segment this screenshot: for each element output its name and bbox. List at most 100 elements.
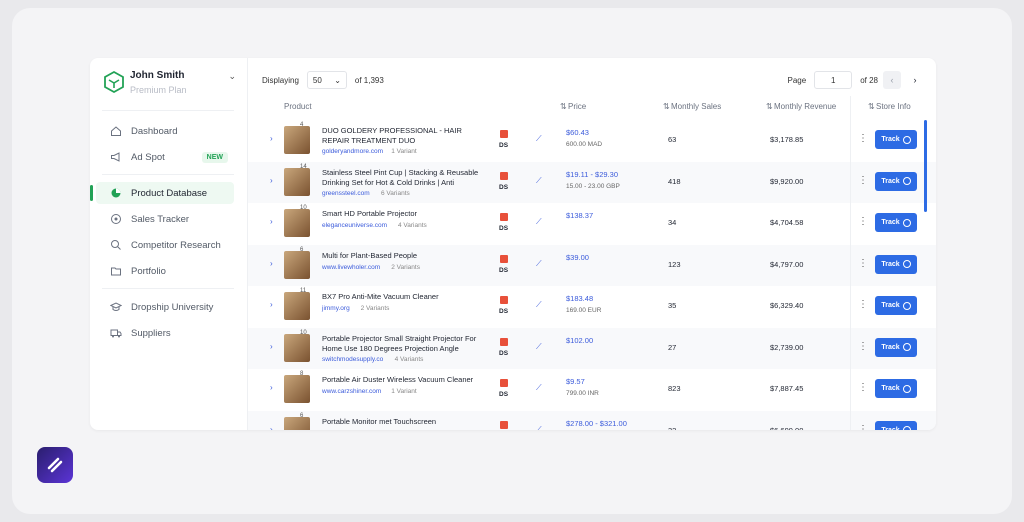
table-row[interactable]: › 10 Smart HD Portable Projector eleganceun… <box>248 203 936 244</box>
header-monthly-revenue[interactable]: Monthly Revenue <box>774 102 836 111</box>
table-row[interactable]: ›6Portable Monitor met TouchscreenDS⟋$27… <box>248 410 936 431</box>
trend-chart-icon[interactable]: ⟋ <box>536 300 542 310</box>
more-options-icon[interactable]: ⋮ <box>858 133 868 144</box>
sort-icon[interactable]: ⇅ <box>663 102 670 111</box>
expand-row-icon[interactable]: › <box>270 259 273 268</box>
track-button[interactable]: Track <box>875 130 917 149</box>
column-divider <box>850 96 851 430</box>
store-domain[interactable]: golderyandmore.com <box>322 148 383 155</box>
trend-chart-icon[interactable]: ⟋ <box>536 425 542 431</box>
expand-row-icon[interactable]: › <box>270 383 273 392</box>
trend-chart-icon[interactable]: ⟋ <box>536 342 542 352</box>
next-page-button[interactable]: › <box>906 71 924 89</box>
more-options-icon[interactable]: ⋮ <box>858 424 868 431</box>
table-row[interactable]: › 4 DUO GOLDERY PROFESSIONAL - HAIR REPAIR… <box>248 120 936 161</box>
product-name[interactable]: Multi for Plant-Based People <box>322 251 482 261</box>
aliexpress-icon[interactable] <box>500 337 508 346</box>
product-thumbnail[interactable] <box>284 375 310 403</box>
product-thumbnail[interactable] <box>284 250 310 279</box>
aliexpress-icon[interactable] <box>500 254 508 263</box>
expand-row-icon[interactable]: › <box>270 342 273 351</box>
store-domain[interactable]: www.carzshiner.com <box>322 388 381 395</box>
expand-row-icon[interactable]: › <box>270 217 273 226</box>
product-name[interactable]: Stainless Steel Pint Cup | Stacking & Re… <box>322 168 482 188</box>
trend-chart-icon[interactable]: ⟋ <box>536 383 542 393</box>
sort-icon[interactable]: ⇅ <box>560 102 567 111</box>
more-options-icon[interactable]: ⋮ <box>858 382 868 393</box>
trend-chart-icon[interactable]: ⟋ <box>536 259 542 269</box>
track-button[interactable]: Track <box>875 171 917 191</box>
aliexpress-icon[interactable] <box>500 296 508 304</box>
nav-competitor-research[interactable]: Competitor Research <box>96 234 234 256</box>
track-button[interactable]: Track <box>875 254 917 274</box>
sort-icon[interactable]: ⇅ <box>868 102 875 111</box>
more-options-icon[interactable]: ⋮ <box>858 299 868 310</box>
product-thumbnail[interactable] <box>284 126 310 154</box>
trend-chart-icon[interactable]: ⟋ <box>536 217 542 227</box>
nav-suppliers[interactable]: Suppliers <box>96 322 234 344</box>
monthly-revenue: $7,887.45 <box>770 384 804 393</box>
store-domain[interactable]: jimmy.org <box>322 305 350 312</box>
expand-row-icon[interactable]: › <box>270 425 273 431</box>
aliexpress-icon[interactable] <box>500 420 508 429</box>
store-domain[interactable]: www.livewholer.com <box>322 264 380 271</box>
more-options-icon[interactable]: ⋮ <box>858 258 868 269</box>
track-button[interactable]: Track <box>875 420 917 430</box>
chevron-down-icon[interactable]: ⌄ <box>228 71 236 82</box>
product-name[interactable]: Smart HD Portable Projector <box>322 209 482 219</box>
nav-product-database[interactable]: Product Database <box>90 182 234 204</box>
header-price[interactable]: Price <box>568 102 586 111</box>
user-menu[interactable]: John Smith Premium Plan ⌄ <box>102 68 236 104</box>
ds-label: DS <box>499 391 509 398</box>
product-name[interactable]: Portable Air Duster Wireless Vacuum Clea… <box>322 375 482 385</box>
aliexpress-icon[interactable] <box>500 213 508 221</box>
product-thumbnail[interactable] <box>284 416 310 430</box>
nav-ad-spot[interactable]: Ad Spot NEW <box>96 146 234 168</box>
prev-page-button[interactable]: ‹ <box>883 71 901 89</box>
product-name[interactable]: Portable Monitor met Touchscreen <box>322 417 482 427</box>
nav-dropship-university[interactable]: Dropship University <box>96 296 234 318</box>
track-button[interactable]: Track <box>875 337 917 357</box>
product-thumbnail[interactable] <box>284 333 310 362</box>
divider <box>102 174 234 175</box>
expand-row-icon[interactable]: › <box>270 176 273 185</box>
per-page-select[interactable]: 50 ⌄ <box>306 71 347 89</box>
product-thumbnail[interactable] <box>284 167 310 196</box>
track-button[interactable]: Track <box>875 213 917 232</box>
table-row[interactable]: › 8 Portable Air Duster Wireless Vacuum Cl… <box>248 369 936 410</box>
track-button[interactable]: Track <box>875 379 917 398</box>
product-name[interactable]: DUO GOLDERY PROFESSIONAL - HAIR REPAIR T… <box>322 126 482 146</box>
nav-dashboard[interactable]: Dashboard <box>96 120 234 142</box>
more-options-icon[interactable]: ⋮ <box>858 341 868 352</box>
track-label: Track <box>881 302 900 309</box>
search-icon <box>111 240 121 250</box>
header-product[interactable]: Product <box>284 102 312 111</box>
product-thumbnail[interactable] <box>284 292 310 320</box>
product-thumbnail[interactable] <box>284 209 310 237</box>
product-name[interactable]: BX7 Pro Anti-Mite Vacuum Cleaner <box>322 292 482 302</box>
header-monthly-sales[interactable]: Monthly Sales <box>671 102 721 111</box>
nav-sales-tracker[interactable]: Sales Tracker <box>96 208 234 230</box>
more-options-icon[interactable]: ⋮ <box>858 216 868 227</box>
scrollbar[interactable] <box>924 120 927 212</box>
sort-icon[interactable]: ⇅ <box>766 102 773 111</box>
trend-chart-icon[interactable]: ⟋ <box>536 134 542 144</box>
more-options-icon[interactable]: ⋮ <box>858 175 868 186</box>
product-name[interactable]: Portable Projector Small Straight Projec… <box>322 334 482 354</box>
table-row[interactable]: › 10 Portable Projector Small Straight Pro… <box>248 327 936 369</box>
page-input[interactable]: 1 <box>814 71 853 89</box>
expand-row-icon[interactable]: › <box>270 134 273 143</box>
nav-portfolio[interactable]: Portfolio <box>96 260 234 282</box>
expand-row-icon[interactable]: › <box>270 300 273 309</box>
aliexpress-icon[interactable] <box>500 130 508 138</box>
table-row[interactable]: › 6 Multi for Plant-Based People www.livewh… <box>248 244 936 286</box>
aliexpress-icon[interactable] <box>500 379 508 387</box>
store-domain[interactable]: switchmodesupply.co <box>322 356 383 363</box>
track-button[interactable]: Track <box>875 296 917 315</box>
trend-chart-icon[interactable]: ⟋ <box>536 176 542 186</box>
aliexpress-icon[interactable] <box>500 171 508 180</box>
store-domain[interactable]: eleganceuniverse.com <box>322 222 387 229</box>
table-row[interactable]: › 11 BX7 Pro Anti-Mite Vacuum Cleaner jimmy… <box>248 286 936 327</box>
table-row[interactable]: › 14 Stainless Steel Pint Cup | Stacking &… <box>248 161 936 203</box>
store-domain[interactable]: greenssteel.com <box>322 190 370 197</box>
